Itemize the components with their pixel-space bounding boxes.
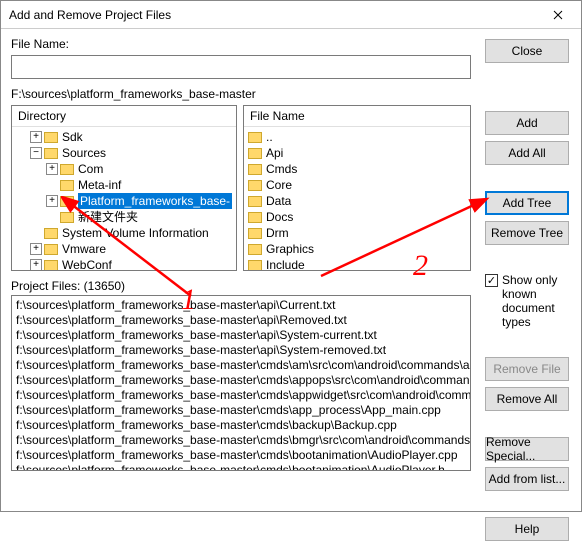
list-item[interactable]: Include <box>248 257 466 271</box>
tree-label: System Volume Information <box>62 225 209 241</box>
tree-item[interactable]: Meta-inf <box>14 177 234 193</box>
list-item[interactable]: Core <box>248 177 466 193</box>
list-item[interactable]: .. <box>248 129 466 145</box>
folder-icon <box>44 260 58 271</box>
folder-icon <box>248 148 262 159</box>
list-item[interactable]: Drm <box>248 225 466 241</box>
add-all-button[interactable]: Add All <box>485 141 569 165</box>
folder-icon <box>60 180 74 191</box>
remove-special-button[interactable]: Remove Special... <box>485 437 569 461</box>
tree-item[interactable]: −Sources <box>14 145 234 161</box>
tree-label: WebConf <box>62 257 112 271</box>
tree-item[interactable]: +Vmware <box>14 241 234 257</box>
window-title: Add and Remove Project Files <box>9 8 535 22</box>
tree-label: Vmware <box>62 241 106 257</box>
tree-label: Com <box>78 161 103 177</box>
list-item[interactable]: f:\sources\platform_frameworks_base-mast… <box>16 358 466 373</box>
folder-icon <box>60 212 74 223</box>
list-item[interactable]: f:\sources\platform_frameworks_base-mast… <box>16 373 466 388</box>
tree-item[interactable]: System Volume Information <box>14 225 234 241</box>
checkbox-icon: ✓ <box>485 274 498 287</box>
list-item[interactable]: Cmds <box>248 161 466 177</box>
list-item[interactable]: f:\sources\platform_frameworks_base-mast… <box>16 328 466 343</box>
folder-icon <box>248 228 262 239</box>
directory-header: Directory <box>12 106 236 127</box>
tree-label: Meta-inf <box>78 177 121 193</box>
tree-label: Platform_frameworks_base- <box>78 193 232 209</box>
title-bar: Add and Remove Project Files <box>1 1 581 29</box>
list-item[interactable]: f:\sources\platform_frameworks_base-mast… <box>16 313 466 328</box>
list-item[interactable]: f:\sources\platform_frameworks_base-mast… <box>16 388 466 403</box>
list-item[interactable]: f:\sources\platform_frameworks_base-mast… <box>16 463 466 471</box>
add-tree-button[interactable]: Add Tree <box>485 191 569 215</box>
help-button[interactable]: Help <box>485 517 569 541</box>
list-item[interactable]: f:\sources\platform_frameworks_base-mast… <box>16 403 466 418</box>
list-item[interactable]: f:\sources\platform_frameworks_base-mast… <box>16 343 466 358</box>
list-item[interactable]: Data <box>248 193 466 209</box>
folder-icon <box>44 228 58 239</box>
project-files-list[interactable]: f:\sources\platform_frameworks_base-mast… <box>11 295 471 471</box>
list-item[interactable]: f:\sources\platform_frameworks_base-mast… <box>16 418 466 433</box>
remove-tree-button[interactable]: Remove Tree <box>485 221 569 245</box>
folder-icon <box>60 196 74 207</box>
folder-icon <box>60 164 74 175</box>
folder-icon <box>248 164 262 175</box>
directory-tree[interactable]: +Sdk −Sources +Com Meta-inf +Platform_fr… <box>12 127 236 271</box>
folder-icon <box>248 244 262 255</box>
file-name-input[interactable] <box>11 55 471 79</box>
list-item[interactable]: Docs <box>248 209 466 225</box>
add-from-list-button[interactable]: Add from list... <box>485 467 569 491</box>
file-list-header: File Name <box>244 106 470 127</box>
checkbox-label: Show only known document types <box>502 273 569 329</box>
tree-item[interactable]: +WebConf <box>14 257 234 271</box>
folder-icon <box>248 196 262 207</box>
tree-label: 新建文件夹 <box>78 209 138 225</box>
add-button[interactable]: Add <box>485 111 569 135</box>
folder-icon <box>248 180 262 191</box>
tree-label: Sources <box>62 145 106 161</box>
show-known-types-checkbox[interactable]: ✓ Show only known document types <box>485 273 569 329</box>
tree-item[interactable]: +Com <box>14 161 234 177</box>
tree-item-selected[interactable]: +Platform_frameworks_base- <box>14 193 234 209</box>
remove-file-button[interactable]: Remove File <box>485 357 569 381</box>
tree-item[interactable]: +Sdk <box>14 129 234 145</box>
list-item[interactable]: Api <box>248 145 466 161</box>
folder-icon <box>248 132 262 143</box>
list-item[interactable]: f:\sources\platform_frameworks_base-mast… <box>16 433 466 448</box>
file-list[interactable]: .. Api Cmds Core Data Docs Drm Graphics … <box>244 127 470 271</box>
tree-label: Sdk <box>62 129 83 145</box>
folder-icon <box>44 244 58 255</box>
folder-icon <box>248 260 262 271</box>
close-icon <box>553 10 563 20</box>
tree-item[interactable]: 新建文件夹 <box>14 209 234 225</box>
folder-icon <box>248 212 262 223</box>
button-sidebar: Close Add Add All Add Tree Remove Tree ✓… <box>485 39 569 541</box>
close-button[interactable]: Close <box>485 39 569 63</box>
list-item[interactable]: f:\sources\platform_frameworks_base-mast… <box>16 448 466 463</box>
folder-icon <box>44 148 58 159</box>
window-close-button[interactable] <box>535 1 581 29</box>
list-item[interactable]: Graphics <box>248 241 466 257</box>
folder-icon <box>44 132 58 143</box>
directory-panel: Directory +Sdk −Sources +Com Meta-inf +P… <box>11 105 237 271</box>
file-list-panel: File Name .. Api Cmds Core Data Docs Drm… <box>243 105 471 271</box>
list-item[interactable]: f:\sources\platform_frameworks_base-mast… <box>16 298 466 313</box>
remove-all-button[interactable]: Remove All <box>485 387 569 411</box>
